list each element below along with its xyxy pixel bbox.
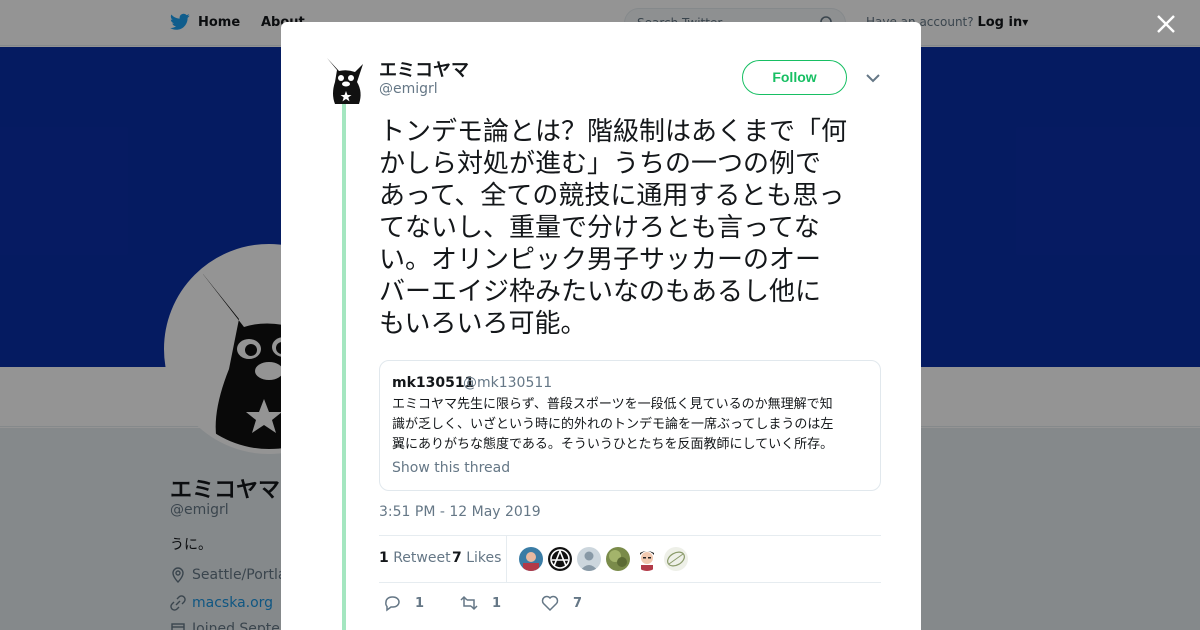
like-button[interactable]: 7 <box>541 594 582 612</box>
author-avatar[interactable] <box>323 56 367 104</box>
tweet-actions: 1 1 7 <box>379 592 881 616</box>
stats-divider <box>506 536 507 582</box>
like-action-count: 7 <box>573 595 583 611</box>
retweet-button[interactable]: 1 <box>460 594 501 612</box>
author-handle[interactable]: @emigrl <box>379 81 438 97</box>
chevron-down-icon[interactable] <box>865 72 881 84</box>
quoted-tweet-text: エミコヤマ先生に限らず、普段スポーツを一段低く見ているのか無理解で知 識が乏しく… <box>392 395 874 455</box>
tweet-text-line: てないし、重量で分けろとも言ってな <box>379 213 820 243</box>
quoted-author-handle: @mk130511 <box>463 375 553 391</box>
liker-avatar-image <box>635 547 659 571</box>
likes-stat[interactable]: 7 Likes <box>452 550 501 566</box>
retweet-count: 1 <box>379 550 389 566</box>
tweet-text-line: あって、全ての競技に通用するとも思っ <box>379 181 845 211</box>
default-avatar-image <box>577 547 601 571</box>
liker-avatar[interactable] <box>548 547 572 571</box>
anarchy-symbol-image <box>548 547 572 571</box>
thread-connector-line <box>342 100 346 630</box>
heart-icon <box>541 595 559 612</box>
quoted-author-name: mk130511 <box>392 375 475 391</box>
follow-button[interactable]: Follow <box>742 60 847 95</box>
quoted-tweet[interactable]: mk130511 @mk130511 エミコヤマ先生に限らず、普段スポーツを一段… <box>379 360 881 491</box>
liker-avatar[interactable] <box>606 547 630 571</box>
liker-avatar[interactable] <box>519 547 543 571</box>
liker-avatar[interactable] <box>664 547 688 571</box>
tweet-modal: エミコヤマ @emigrl Follow トンデモ論とは？階級制はあくまで「何 … <box>281 22 921 630</box>
tweet-stats: 1 Retweet 7 Likes <box>379 535 881 583</box>
liker-avatar-image <box>519 547 543 571</box>
reply-count: 1 <box>415 595 425 611</box>
tweet-text: トンデモ論とは？階級制はあくまで「何 かしら対処が進む」うちの一つの例で あって… <box>379 116 884 340</box>
retweet-icon <box>460 595 478 611</box>
author-name[interactable]: エミコヤマ <box>379 56 469 82</box>
retweet-stat[interactable]: 1 Retweet <box>379 550 451 566</box>
quoted-text-line: エミコヤマ先生に限らず、普段スポーツを一段低く見ているのか無理解で知 <box>392 397 833 412</box>
quoted-text-line: 識が乏しく、いざという時に的外れのトンデモ論を一席ぶってしまうのは左 <box>392 417 834 432</box>
tweet-text-line: トンデモ論とは？階級制はあくまで「何 <box>379 117 848 147</box>
reply-button[interactable]: 1 <box>383 594 424 612</box>
retweet-action-count: 1 <box>492 595 502 611</box>
tweet-text-line: バーエイジ枠みたいなのもあるし他に <box>379 277 822 307</box>
show-thread-link[interactable]: Show this thread <box>392 460 510 476</box>
close-icon[interactable] <box>1152 10 1180 38</box>
tweet-text-line: い。オリンピック男子サッカーのオー <box>379 245 822 275</box>
liker-avatar-image <box>606 547 630 571</box>
liker-avatar[interactable] <box>577 547 601 571</box>
retweet-stat-label: Retweet <box>393 550 451 566</box>
reply-icon <box>385 596 400 612</box>
like-count: 7 <box>452 550 462 566</box>
tweet-text-line: もいろいろ可能。 <box>379 309 587 339</box>
tweet-text-line: かしら対処が進む」うちの一つの例で <box>379 149 822 179</box>
likes-stat-label: Likes <box>466 550 502 566</box>
quoted-text-line: 翼にありがちな態度である。そういうひとたちを反面教師にしていく所存。 <box>392 437 834 452</box>
tweet-timestamp[interactable]: 3:51 PM - 12 May 2019 <box>379 504 541 520</box>
liker-avatar-image <box>664 547 688 571</box>
liker-avatar[interactable] <box>635 547 659 571</box>
